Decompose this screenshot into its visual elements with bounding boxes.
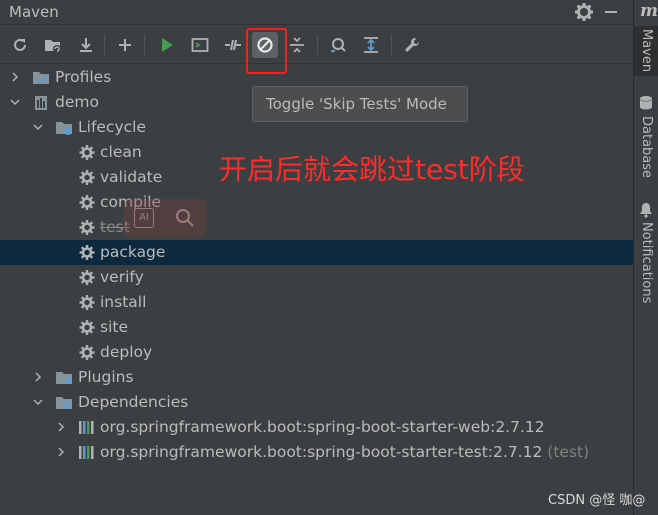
chevron-right-icon[interactable] — [56, 422, 66, 432]
tab-database[interactable]: Database — [634, 90, 658, 180]
gear-icon — [79, 245, 95, 260]
tree-label: org.springframework.boot:spring-boot-sta… — [100, 440, 589, 465]
profiles-folder-icon — [33, 72, 49, 84]
tree-node-plugins[interactable]: Plugins — [0, 365, 633, 390]
tree-node-dependencies[interactable]: Dependencies — [0, 390, 633, 415]
gear-icon — [79, 170, 95, 185]
tree-label: clean — [100, 143, 142, 161]
tree-label: Lifecycle — [78, 118, 146, 136]
tab-notifications[interactable]: Notifications — [634, 198, 658, 308]
show-dependencies-icon[interactable] — [327, 34, 349, 56]
tree-goal-compile[interactable]: compile — [0, 190, 633, 215]
run-icon[interactable] — [156, 34, 178, 56]
tree-label: Profiles — [55, 68, 112, 86]
right-tool-strip: m Maven Database Notifications — [633, 0, 658, 515]
gear-icon[interactable] — [574, 2, 594, 22]
collapse-icon[interactable] — [286, 34, 308, 56]
gear-icon — [79, 320, 95, 335]
library-icon — [79, 421, 94, 434]
tree-label: validate — [100, 168, 163, 186]
tree-goal-verify[interactable]: verify — [0, 265, 633, 290]
chevron-right-icon[interactable] — [56, 447, 66, 457]
panel-header: Maven — [0, 0, 633, 25]
gear-icon — [79, 270, 95, 285]
toolbar-separator — [317, 35, 318, 55]
lifecycle-folder-icon — [56, 122, 72, 135]
search-icon[interactable] — [174, 207, 196, 229]
maven-panel: Maven Profiles demo Lifecycle clean vali… — [0, 0, 633, 515]
toolbar-separator — [104, 35, 105, 55]
tooltip: Toggle 'Skip Tests' Mode — [252, 86, 468, 122]
chevron-down-icon[interactable] — [10, 97, 20, 107]
tree-goal-test[interactable]: test — [0, 215, 633, 240]
tab-maven[interactable]: Maven — [634, 26, 658, 76]
tree-label: org.springframework.boot:spring-boot-sta… — [100, 418, 545, 436]
maven-logo: m — [634, 0, 658, 26]
database-icon — [640, 96, 652, 110]
tree-label: deploy — [100, 343, 153, 361]
bell-icon — [640, 203, 652, 218]
settings-wrench-icon[interactable] — [401, 34, 423, 56]
dependency-name: org.springframework.boot:spring-boot-sta… — [100, 443, 543, 461]
tree-label: Plugins — [78, 368, 134, 386]
tree-goal-site[interactable]: site — [0, 315, 633, 340]
add-icon[interactable] — [114, 34, 136, 56]
gear-icon — [79, 195, 95, 210]
tree-goal-install[interactable]: install — [0, 290, 633, 315]
toolbar-separator — [144, 35, 145, 55]
download-icon[interactable] — [75, 34, 97, 56]
floating-translate-widget[interactable]: AI — [124, 199, 206, 237]
library-icon — [79, 446, 94, 459]
tree-goal-deploy[interactable]: deploy — [0, 340, 633, 365]
maven-module-icon — [35, 96, 47, 110]
panel-title: Maven — [9, 3, 59, 21]
execute-goal-icon[interactable] — [189, 34, 211, 56]
tree-label: verify — [100, 268, 144, 286]
generate-sources-icon[interactable] — [42, 34, 64, 56]
chevron-down-icon[interactable] — [33, 397, 43, 407]
gear-icon — [79, 345, 95, 360]
gear-icon — [79, 220, 95, 235]
tree-dependency-item[interactable]: org.springframework.boot:spring-boot-sta… — [0, 415, 633, 440]
tree-label: install — [100, 293, 147, 311]
tab-label: Maven — [639, 29, 654, 73]
dependencies-folder-icon — [56, 397, 72, 409]
maven-toolbar — [0, 26, 633, 64]
dependency-scope: (test) — [547, 443, 590, 461]
toolbar-separator — [391, 35, 392, 55]
gear-icon — [79, 295, 95, 310]
chevron-down-icon[interactable] — [33, 122, 43, 132]
tree-label: site — [100, 318, 128, 336]
tree-label: package — [100, 243, 166, 261]
ai-icon[interactable]: AI — [134, 208, 154, 228]
tab-label: Notifications — [639, 222, 654, 304]
watermark: CSDN @怪 咖@ — [548, 493, 646, 508]
toggle-offline-icon[interactable] — [222, 34, 244, 56]
maven-logo-text: m — [640, 1, 658, 21]
chevron-right-icon[interactable] — [10, 72, 20, 82]
plugins-folder-icon — [56, 372, 72, 384]
annotation-text: 开启后就会跳过test阶段 — [219, 153, 525, 186]
gear-icon — [79, 145, 95, 160]
chevron-right-icon[interactable] — [33, 372, 43, 382]
tab-label: Database — [639, 116, 654, 179]
minimize-icon[interactable] — [605, 11, 617, 13]
tree-label: Dependencies — [78, 393, 189, 411]
reload-icon[interactable] — [9, 34, 31, 56]
expand-icon[interactable] — [360, 34, 382, 56]
tree-goal-package[interactable]: package — [0, 240, 633, 265]
tree-dependency-item[interactable]: org.springframework.boot:spring-boot-sta… — [0, 440, 633, 465]
tree-label: demo — [55, 93, 99, 111]
